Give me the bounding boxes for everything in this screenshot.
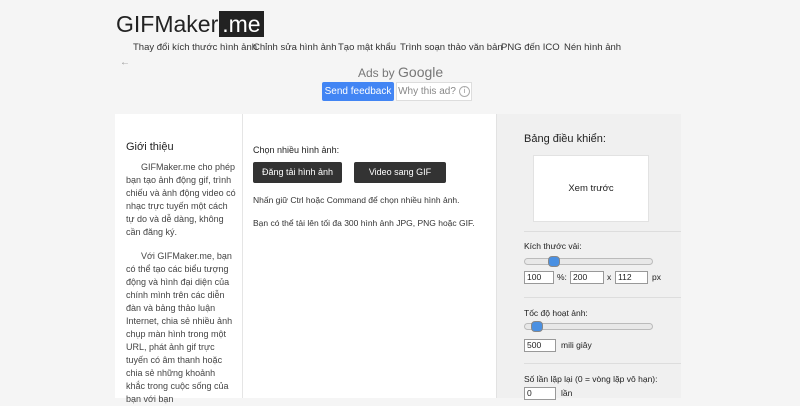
site-logo[interactable]: GIFMaker .me (116, 11, 264, 37)
logo-text: GIFMaker (116, 11, 219, 37)
nav-link-edit[interactable]: Chỉnh sửa hình ảnh (253, 42, 336, 53)
ads-by-label: Ads by (358, 66, 395, 80)
why-this-ad-label: Why this ad? (398, 86, 456, 97)
repeat-unit: lần (561, 388, 573, 398)
divider (524, 363, 681, 364)
canvas-height-input[interactable]: 112 (615, 271, 648, 284)
canvas-width-input[interactable]: 200 (570, 271, 604, 284)
logo-suffix: .me (219, 11, 264, 37)
canvas-size-label: Kích thước vải: (524, 241, 582, 251)
intro-paragraph-2: Với GIFMaker.me, bạn có thể tạo các biểu… (126, 250, 236, 406)
speed-input[interactable]: 500 (524, 339, 556, 352)
slider-thumb[interactable] (548, 256, 560, 267)
video-to-gif-button[interactable]: Video sang GIF (354, 162, 446, 183)
px-unit: px (652, 272, 661, 282)
ads-by-google: Ads by Google (358, 64, 443, 80)
speed-label: Tốc độ hoạt ảnh: (524, 308, 588, 318)
speed-slider[interactable] (524, 321, 653, 332)
divider (524, 297, 681, 298)
main-card: Giới thiệu GIFMaker.me cho phép bạn tạo … (115, 114, 681, 404)
info-icon: i (458, 85, 470, 97)
multi-select-help: Nhấn giữ Ctrl hoặc Command để chọn nhiều… (253, 195, 460, 205)
control-panel-title: Bảng điều khiển: (524, 133, 606, 145)
nav-link-text-editor[interactable]: Trình soạn thảo văn bản (400, 42, 503, 53)
back-arrow-icon[interactable]: ← (120, 57, 130, 68)
intro-title: Giới thiệu (126, 141, 174, 153)
nav-link-compress[interactable]: Nén hình ảnh (564, 42, 621, 53)
canvas-percent-input[interactable]: 100 (524, 271, 554, 284)
intro-column: Giới thiệu GIFMaker.me cho phép bạn tạo … (115, 114, 243, 404)
repeat-label: Số lần lặp lại (0 = vòng lặp vô hạn): (524, 374, 658, 384)
times-sign: x (607, 272, 612, 282)
upload-limit-help: Bạn có thể tải lên tối đa 300 hình ảnh J… (253, 218, 475, 228)
speed-unit: mili giây (561, 340, 592, 350)
nav-link-png-ico[interactable]: PNG đến ICO (501, 42, 560, 53)
nav-link-password[interactable]: Tạo mật khẩu (338, 42, 396, 53)
why-this-ad-button[interactable]: Why this ad? i (396, 82, 472, 101)
percent-sign: %: (557, 272, 567, 282)
control-panel: Bảng điều khiển: Xem trước Kích thước vả… (496, 114, 681, 400)
choose-images-label: Chọn nhiều hình ảnh: (253, 145, 340, 155)
nav-link-resize[interactable]: Thay đổi kích thước hình ảnh (133, 42, 257, 53)
preview-button[interactable]: Xem trước (533, 155, 649, 222)
slider-thumb[interactable] (531, 321, 543, 332)
send-feedback-button[interactable]: Send feedback (322, 82, 394, 101)
intro-paragraph-1-text: GIFMaker.me cho phép bạn tạo ảnh động gi… (126, 162, 236, 237)
upload-images-button[interactable]: Đăng tải hình ảnh (253, 162, 342, 183)
google-label: Google (398, 64, 444, 80)
canvas-size-slider[interactable] (524, 256, 653, 267)
divider (524, 231, 681, 232)
intro-paragraph-2-text: Với GIFMaker.me, bạn có thể tạo các biểu… (126, 251, 233, 404)
intro-paragraph-1: GIFMaker.me cho phép bạn tạo ảnh động gi… (126, 161, 236, 239)
repeat-input[interactable]: 0 (524, 387, 556, 400)
